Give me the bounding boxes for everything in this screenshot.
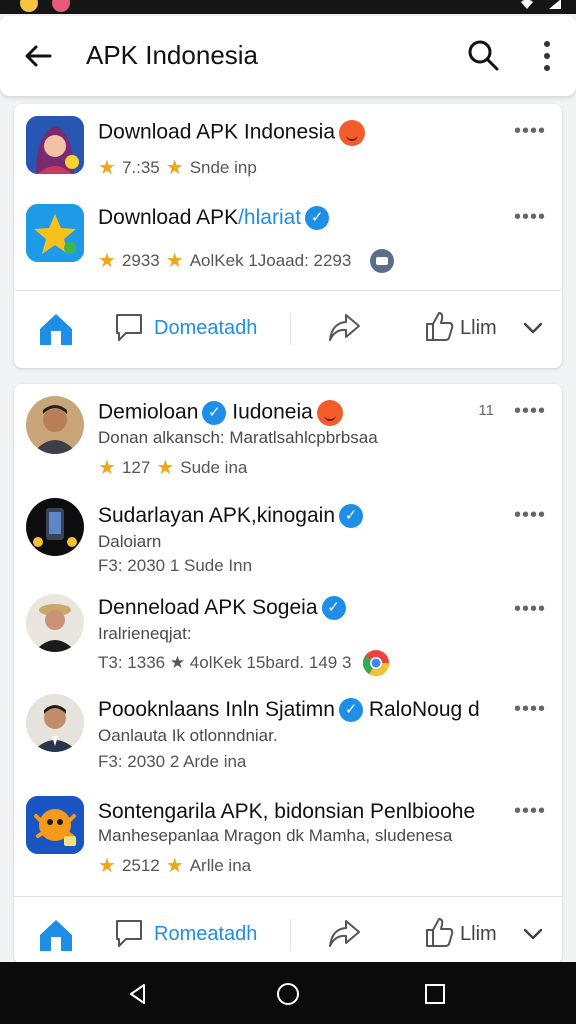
more-horizontal-icon[interactable]: •••• <box>514 504 546 527</box>
avatar <box>26 594 84 652</box>
star-icon: ★ <box>98 855 116 877</box>
star-icon: ★ <box>165 855 184 877</box>
emoji-icon <box>316 400 343 426</box>
app-name: Demioloan <box>98 400 199 424</box>
meta-text: F3: 2030 2 Arde ina <box>98 752 247 771</box>
more-horizontal-icon[interactable]: •••• <box>514 800 546 823</box>
download-button[interactable]: Domeatadh <box>154 317 257 340</box>
app-icon <box>26 204 84 262</box>
star-icon: ★ <box>156 457 175 479</box>
meta-text: Sude ina <box>180 458 248 477</box>
star-icon: ★ <box>165 250 184 272</box>
divider <box>290 919 291 951</box>
app-name-suffix: Iudoneia <box>232 400 313 424</box>
comment-icon[interactable] <box>112 915 146 949</box>
like-icon[interactable] <box>424 915 454 949</box>
app-icon <box>26 796 84 854</box>
more-horizontal-icon[interactable]: •••• <box>514 698 546 721</box>
comment-icon[interactable] <box>112 309 146 343</box>
verified-icon: ✓ <box>305 206 330 231</box>
action-bar: Romeatadh Llim <box>14 896 562 964</box>
download-button[interactable]: Romeatadh <box>154 923 257 946</box>
star-icon: ★ <box>165 157 184 179</box>
verified-icon: ✓ <box>321 596 346 621</box>
like-icon[interactable] <box>424 309 454 343</box>
meta-text: AolKek 1Joaad: 2293 <box>189 251 352 270</box>
home-icon[interactable] <box>36 915 76 955</box>
list-item[interactable]: Download APK Indonesia ★ 7.:35 ★ Snde in… <box>14 104 562 198</box>
app-name: Sontengarila APK, bidonsian Penlbioohe <box>98 800 476 823</box>
description: Daloiarn <box>98 532 162 551</box>
star-icon: ★ <box>98 457 116 479</box>
chevron-down-icon[interactable] <box>522 317 544 339</box>
signal-icon <box>549 0 561 9</box>
meta-text: Arlle ina <box>189 856 252 875</box>
meta-text: T3: 1336 ★ 4olKek 15bard. 149 3 <box>98 653 352 672</box>
list-item[interactable]: Sontengarila APK, bidonsian Penlbioohe •… <box>14 782 562 894</box>
app-name: Sudarlayan APK,kinogain <box>98 504 335 527</box>
list-item[interactable]: Download APK/hlariat ✓ ★ 2933 ★ AolKek 1J… <box>14 198 562 290</box>
app-name-accent: /hlariat <box>238 206 302 229</box>
app-name-suffix: RaloNoug d <box>368 698 480 721</box>
chevron-down-icon[interactable] <box>522 923 544 945</box>
divider <box>290 313 291 345</box>
rating: 127 <box>121 458 151 477</box>
app-name: Poooknlaans Inln Sjatimn <box>98 698 335 721</box>
list-item[interactable]: Denneload APK Sogeia ✓ •••• Iralrieneqjat… <box>14 582 562 682</box>
verified-icon: ✓ <box>202 401 227 425</box>
system-nav-bar <box>0 962 576 1024</box>
share-icon[interactable] <box>326 309 362 345</box>
like-label: Llim <box>460 923 497 945</box>
star-icon: ★ <box>98 250 116 272</box>
star-icon: ★ <box>98 157 116 179</box>
chrome-icon <box>363 650 390 677</box>
description: Oanlauta Ik otlonndniar. <box>98 726 278 745</box>
meta-text: F3: 2030 1 Sude Inn <box>98 556 253 575</box>
nav-home-icon[interactable] <box>276 982 300 1006</box>
rating: 2933 <box>121 251 160 270</box>
app-name: Download APK <box>98 206 239 229</box>
more-horizontal-icon[interactable]: •••• <box>514 598 546 621</box>
description: Donan alkansch: Maratlsahlcpbrbsaa <box>98 428 378 447</box>
app-bar: APK Indonesia <box>0 16 576 96</box>
more-horizontal-icon[interactable]: •••• <box>514 400 546 423</box>
nav-back-icon[interactable] <box>126 982 150 1006</box>
app-name: Download APK Indonesia <box>98 120 335 144</box>
chat-bubble-icon <box>370 249 395 273</box>
like-label: Llim <box>460 317 497 339</box>
action-bar: Domeatadh Llim <box>14 290 562 366</box>
notification-icon <box>20 0 38 12</box>
nav-recent-icon[interactable] <box>424 983 446 1005</box>
list-item[interactable]: Sudarlayan APK,kinogain ✓ •••• Daloiarn F… <box>14 484 562 582</box>
list-item[interactable]: Demioloan ✓ Iudoneia 11 •••• Donan alkans… <box>14 384 562 484</box>
meta-text: Snde inp <box>189 158 257 177</box>
verified-icon: ✓ <box>338 698 363 723</box>
app-card: Download APK Indonesia ★ 7.:35 ★ Snde in… <box>14 104 562 368</box>
more-vertical-icon[interactable] <box>540 40 554 72</box>
avatar <box>26 694 84 752</box>
app-card: Demioloan ✓ Iudoneia 11 •••• Donan alkans… <box>14 384 562 964</box>
home-icon[interactable] <box>36 309 76 349</box>
wifi-icon <box>521 0 533 9</box>
share-icon[interactable] <box>326 915 362 951</box>
search-icon[interactable] <box>466 38 500 72</box>
emoji-icon <box>339 120 365 146</box>
description: Manhesepanlaa Mragon dk Mamha, sludenesa <box>98 826 453 845</box>
more-horizontal-icon[interactable]: •••• <box>514 206 546 229</box>
list-item[interactable]: Poooknlaans Inln Sjatimn ✓ RaloNoug d •••… <box>14 682 562 782</box>
rating: 7.:35 <box>121 158 160 177</box>
timestamp: 11 <box>478 402 494 419</box>
arrow-left-icon[interactable] <box>22 40 54 72</box>
app-name: Denneload APK Sogeia <box>98 596 318 619</box>
avatar <box>26 498 84 556</box>
description: Iralrieneqjat: <box>98 624 192 643</box>
page-title: APK Indonesia <box>86 40 259 70</box>
avatar <box>26 396 84 454</box>
more-horizontal-icon[interactable]: •••• <box>514 120 546 143</box>
app-icon <box>26 116 84 174</box>
rating: 2512 <box>121 856 160 875</box>
verified-icon: ✓ <box>339 504 363 529</box>
notification-icon <box>52 0 70 12</box>
status-bar <box>0 0 576 14</box>
